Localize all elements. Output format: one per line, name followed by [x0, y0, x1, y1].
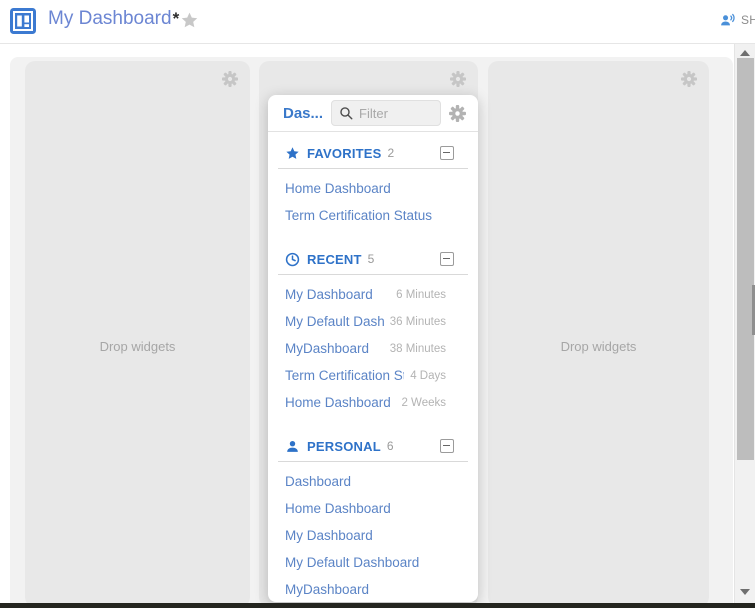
dashboard-list-item[interactable]: Dashboard — [268, 468, 478, 495]
page-title-text: My Dashboard — [48, 8, 172, 29]
share-button[interactable]: SH — [719, 11, 755, 29]
app-window: My Dashboard* SH Drop widgets — [0, 0, 755, 608]
section-count: 5 — [368, 252, 375, 266]
section-collapse-button[interactable] — [440, 439, 454, 453]
popup-header: Das... — [268, 95, 478, 132]
dashboard-item-label: Term Certification Status — [285, 208, 432, 223]
unsaved-indicator: * — [173, 9, 180, 28]
dashboard-item-time: 6 Minutes — [396, 289, 446, 301]
section-items: My Dashboard 6 Minutes My Default Dash..… — [268, 275, 478, 425]
dashboard-list-item[interactable]: My Dashboard 6 Minutes — [268, 281, 478, 308]
dashboard-list-item[interactable]: MyDashboard — [268, 576, 478, 602]
section-label[interactable]: RECENT — [307, 252, 362, 267]
popup-section: RECENT 5 My Dashboard 6 Minutes My Defau… — [268, 244, 478, 425]
dashboard-item-label: Home Dashboard — [285, 501, 391, 516]
drop-widgets-hint: Drop widgets — [25, 339, 250, 354]
dashboard-list-item[interactable]: Home Dashboard 2 Weeks — [268, 389, 478, 416]
top-bar: My Dashboard* SH — [0, 0, 755, 44]
section-collapse-button[interactable] — [440, 146, 454, 160]
dashboards-popup: Das... FAVORITES 2 Home Dashboard Term C… — [268, 95, 478, 602]
dashboard-item-label: Term Certification St... — [285, 368, 404, 383]
dashboard-list-item[interactable]: Home Dashboard — [268, 175, 478, 202]
person-icon — [285, 439, 300, 454]
section-label[interactable]: FAVORITES — [307, 146, 382, 161]
popup-settings-gear-icon[interactable] — [449, 105, 466, 122]
filter-field-wrap — [331, 100, 441, 126]
dashboard-list-item[interactable]: My Default Dashboard — [268, 549, 478, 576]
dashboard-list-item[interactable]: Term Certification St... 4 Days — [268, 362, 478, 389]
section-header: FAVORITES 2 — [278, 138, 468, 169]
dashboard-list-item[interactable]: MyDashboard 38 Minutes — [268, 335, 478, 362]
column-settings-gear-icon[interactable] — [450, 71, 466, 87]
section-collapse-button[interactable] — [440, 252, 454, 266]
column-settings-gear-icon[interactable] — [222, 71, 238, 87]
column-settings-gear-icon[interactable] — [681, 71, 697, 87]
share-person-icon — [719, 11, 737, 29]
section-count: 2 — [388, 146, 395, 160]
dashboard-item-time: 2 Weeks — [401, 397, 446, 409]
dashboard-item-time: 4 Days — [410, 370, 446, 382]
dashboard-item-label: My Default Dashboard — [285, 555, 419, 570]
section-header: RECENT 5 — [278, 244, 468, 275]
popup-section: FAVORITES 2 Home Dashboard Term Certific… — [268, 138, 478, 238]
dashboard-item-label: My Default Dash... — [285, 314, 384, 329]
dashboard-logo-icon[interactable] — [10, 8, 36, 34]
clock-icon — [285, 252, 300, 267]
section-label[interactable]: PERSONAL — [307, 439, 381, 454]
popup-title[interactable]: Das... — [283, 105, 323, 122]
section-count: 6 — [387, 439, 394, 453]
dashboard-item-time: 38 Minutes — [390, 343, 446, 355]
dashboard-item-label: My Dashboard — [285, 287, 373, 302]
dashboard-item-label: MyDashboard — [285, 341, 369, 356]
magnifier-icon — [339, 106, 354, 121]
dashboard-item-label: Dashboard — [285, 474, 351, 489]
scroll-up-arrow-icon[interactable] — [740, 50, 750, 56]
dashboard-list-item[interactable]: My Default Dash... 36 Minutes — [268, 308, 478, 335]
favorite-toggle-star-icon[interactable] — [180, 11, 199, 35]
widget-column-3[interactable]: Drop widgets — [488, 61, 709, 607]
popup-sections: FAVORITES 2 Home Dashboard Term Certific… — [268, 138, 478, 602]
dashboard-item-label: Home Dashboard — [285, 395, 391, 410]
drop-widgets-hint: Drop widgets — [488, 339, 709, 354]
star-icon — [285, 146, 300, 161]
section-header: PERSONAL 6 — [278, 431, 468, 462]
dashboard-item-label: MyDashboard — [285, 582, 369, 597]
bottom-window-edge — [0, 603, 755, 608]
section-items: Dashboard Home Dashboard My Dashboard My… — [268, 462, 478, 602]
page-title: My Dashboard* — [48, 8, 179, 30]
section-items: Home Dashboard Term Certification Status — [268, 169, 478, 238]
share-label: SH — [741, 13, 755, 27]
dashboard-item-label: Home Dashboard — [285, 181, 391, 196]
dashboard-list-item[interactable]: My Dashboard — [268, 522, 478, 549]
dashboard-item-label: My Dashboard — [285, 528, 373, 543]
dashboard-list-item[interactable]: Home Dashboard — [268, 495, 478, 522]
dashboard-list-item[interactable]: Term Certification Status — [268, 202, 478, 229]
widget-column-1[interactable]: Drop widgets — [25, 61, 250, 607]
popup-section: PERSONAL 6 Dashboard Home Dashboard My D… — [268, 431, 478, 602]
scrollbar-thumb[interactable] — [737, 58, 754, 460]
scroll-down-arrow-icon[interactable] — [740, 589, 750, 595]
dashboard-item-time: 36 Minutes — [390, 316, 446, 328]
